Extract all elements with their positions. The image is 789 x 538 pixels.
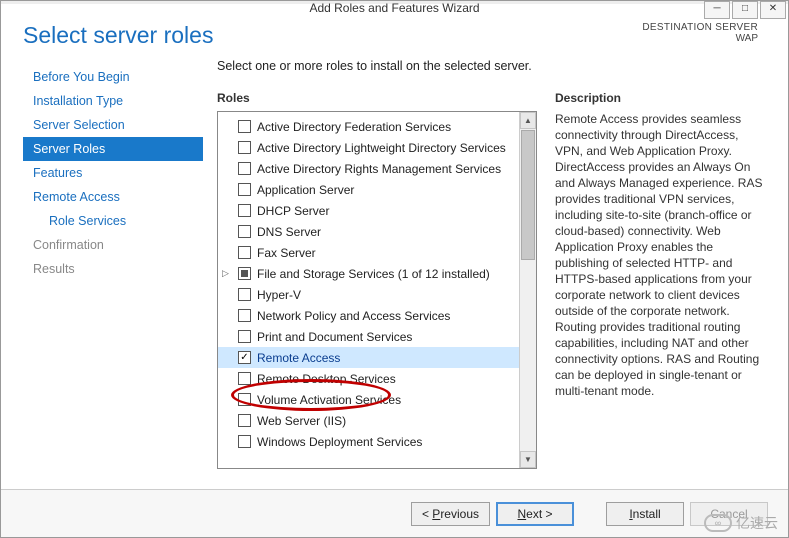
checkbox[interactable] bbox=[238, 351, 251, 364]
role-label: Remote Access bbox=[257, 351, 340, 365]
role-label: Active Directory Rights Management Servi… bbox=[257, 162, 501, 176]
role-row[interactable]: Remote Access bbox=[218, 347, 519, 368]
close-button[interactable]: ✕ bbox=[760, 1, 786, 19]
checkbox[interactable] bbox=[238, 372, 251, 385]
nav-item-remote-access[interactable]: Remote Access bbox=[23, 185, 203, 209]
window-title: Add Roles and Features Wizard bbox=[309, 1, 479, 15]
destination-server: DESTINATION SERVER WAP bbox=[642, 22, 758, 44]
nav-item-role-services[interactable]: Role Services bbox=[23, 209, 203, 233]
role-row[interactable]: Hyper-V bbox=[218, 284, 519, 305]
maximize-button[interactable]: □ bbox=[732, 1, 758, 19]
role-label: Windows Deployment Services bbox=[257, 435, 422, 449]
role-row[interactable]: Active Directory Federation Services bbox=[218, 116, 519, 137]
role-row[interactable]: Network Policy and Access Services bbox=[218, 305, 519, 326]
expand-caret-icon[interactable]: ▷ bbox=[222, 268, 229, 279]
checkbox[interactable] bbox=[238, 309, 251, 322]
role-label: Application Server bbox=[257, 183, 354, 197]
role-row[interactable]: DHCP Server bbox=[218, 200, 519, 221]
next-button[interactable]: Next > bbox=[496, 502, 574, 526]
role-label: Remote Desktop Services bbox=[257, 372, 396, 386]
role-label: Hyper-V bbox=[257, 288, 301, 302]
role-row[interactable]: Active Directory Rights Management Servi… bbox=[218, 158, 519, 179]
checkbox[interactable] bbox=[238, 435, 251, 448]
role-row[interactable]: Active Directory Lightweight Directory S… bbox=[218, 137, 519, 158]
nav-item-results: Results bbox=[23, 257, 203, 281]
checkbox[interactable] bbox=[238, 393, 251, 406]
role-row[interactable]: DNS Server bbox=[218, 221, 519, 242]
scroll-up-icon[interactable]: ▲ bbox=[520, 112, 536, 129]
checkbox[interactable] bbox=[238, 141, 251, 154]
role-label: DNS Server bbox=[257, 225, 321, 239]
dest-value: WAP bbox=[642, 33, 758, 44]
checkbox[interactable] bbox=[238, 162, 251, 175]
role-row[interactable]: Application Server bbox=[218, 179, 519, 200]
roles-list: Active Directory Federation Services Acti… bbox=[218, 112, 519, 468]
role-row[interactable]: ▷ File and Storage Services (1 of 12 inst… bbox=[218, 263, 519, 284]
role-label: Print and Document Services bbox=[257, 330, 412, 344]
role-row[interactable]: Fax Server bbox=[218, 242, 519, 263]
checkbox[interactable] bbox=[238, 414, 251, 427]
nav-item-confirmation: Confirmation bbox=[23, 233, 203, 257]
role-label: Fax Server bbox=[257, 246, 316, 260]
checkbox[interactable] bbox=[238, 183, 251, 196]
role-label: Web Server (IIS) bbox=[257, 414, 346, 428]
nav-item-server-roles[interactable]: Server Roles bbox=[23, 137, 203, 161]
role-row[interactable]: Remote Desktop Services bbox=[218, 368, 519, 389]
scroll-down-icon[interactable]: ▼ bbox=[520, 451, 536, 468]
roles-title: Roles bbox=[217, 91, 537, 105]
nav-item-features[interactable]: Features bbox=[23, 161, 203, 185]
role-row[interactable]: Print and Document Services bbox=[218, 326, 519, 347]
checkbox[interactable] bbox=[238, 288, 251, 301]
checkbox[interactable] bbox=[238, 225, 251, 238]
role-label: File and Storage Services (1 of 12 insta… bbox=[257, 267, 490, 281]
description-title: Description bbox=[555, 91, 766, 105]
roles-column: Roles Active Directory Federation Servic… bbox=[217, 91, 537, 469]
roles-listbox[interactable]: Active Directory Federation Services Acti… bbox=[217, 111, 537, 469]
watermark: ∞ 亿速云 bbox=[704, 513, 778, 533]
role-label: Network Policy and Access Services bbox=[257, 309, 450, 323]
main: Before You BeginInstallation TypeServer … bbox=[1, 59, 788, 469]
checkbox[interactable] bbox=[238, 330, 251, 343]
columns: Roles Active Directory Federation Servic… bbox=[217, 91, 766, 469]
description-text: Remote Access provides seamless connecti… bbox=[555, 111, 766, 399]
install-button[interactable]: Install bbox=[606, 502, 684, 526]
checkbox[interactable] bbox=[238, 204, 251, 217]
minimize-button[interactable]: ─ bbox=[704, 1, 730, 19]
checkbox[interactable] bbox=[238, 267, 251, 280]
role-row[interactable]: Web Server (IIS) bbox=[218, 410, 519, 431]
page-title: Select server roles bbox=[23, 22, 213, 49]
role-label: Active Directory Lightweight Directory S… bbox=[257, 141, 506, 155]
role-label: Active Directory Federation Services bbox=[257, 120, 451, 134]
role-row[interactable]: Windows Deployment Services bbox=[218, 431, 519, 452]
description-column: Description Remote Access provides seaml… bbox=[555, 91, 766, 469]
role-label: DHCP Server bbox=[257, 204, 329, 218]
role-label: Volume Activation Services bbox=[257, 393, 401, 407]
role-row[interactable]: Volume Activation Services bbox=[218, 389, 519, 410]
scrollbar-vertical[interactable]: ▲ ▼ bbox=[519, 112, 536, 468]
nav-item-installation-type[interactable]: Installation Type bbox=[23, 89, 203, 113]
dest-label: DESTINATION SERVER bbox=[642, 22, 758, 33]
checkbox[interactable] bbox=[238, 246, 251, 259]
footer: < Previous Next > Install Cancel bbox=[1, 489, 788, 537]
content: Select one or more roles to install on t… bbox=[203, 59, 766, 469]
nav-item-before-you-begin[interactable]: Before You Begin bbox=[23, 65, 203, 89]
checkbox[interactable] bbox=[238, 120, 251, 133]
watermark-icon: ∞ bbox=[704, 514, 732, 532]
scroll-thumb[interactable] bbox=[521, 130, 535, 260]
instruction-text: Select one or more roles to install on t… bbox=[217, 59, 766, 73]
wizard-nav: Before You BeginInstallation TypeServer … bbox=[23, 59, 203, 469]
nav-item-server-selection[interactable]: Server Selection bbox=[23, 113, 203, 137]
window-controls: ─ □ ✕ bbox=[702, 1, 786, 19]
watermark-text: 亿速云 bbox=[736, 513, 778, 533]
previous-button[interactable]: < Previous bbox=[411, 502, 490, 526]
